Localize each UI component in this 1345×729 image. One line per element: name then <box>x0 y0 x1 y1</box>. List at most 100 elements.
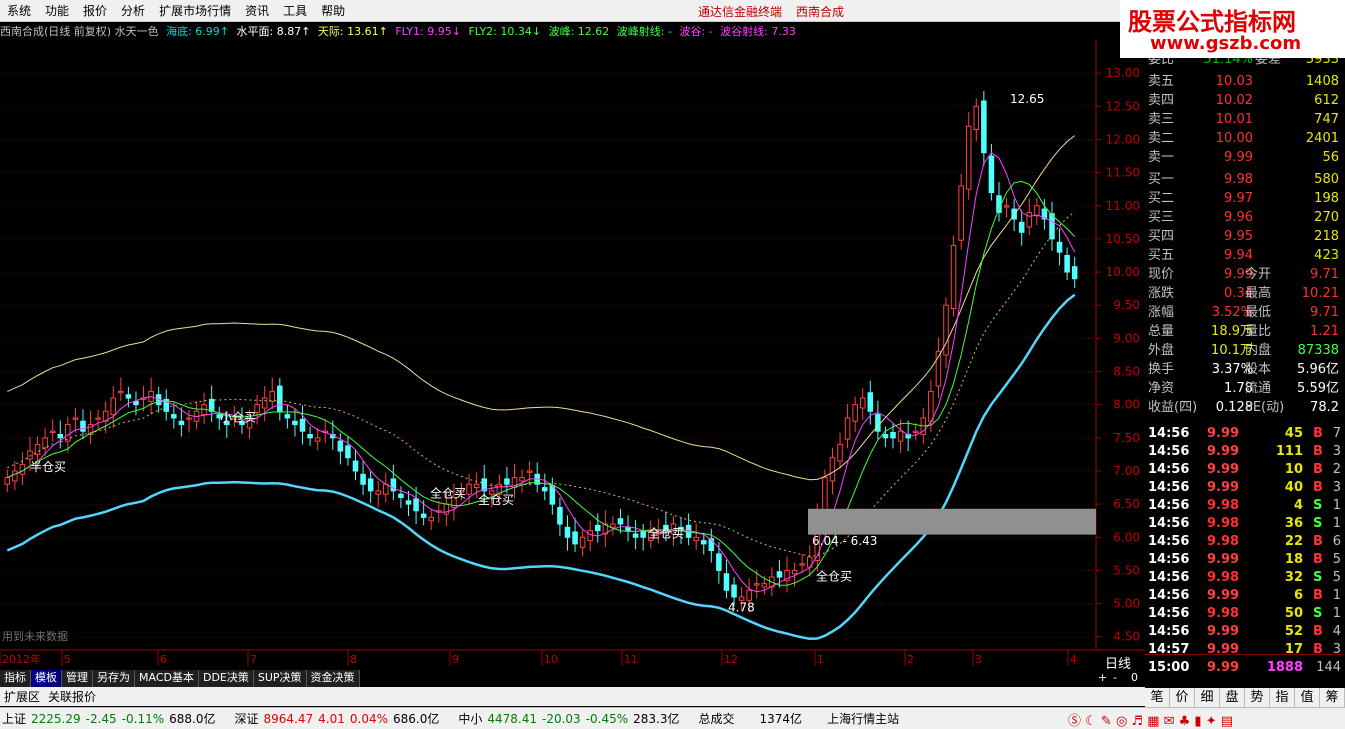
bid-volume: 270 <box>1314 210 1339 225</box>
candle-body <box>360 473 366 485</box>
menu-quote[interactable]: 报价 <box>76 2 114 19</box>
indicator-tab[interactable]: SUP决策 <box>253 670 307 687</box>
tick-volume: 4 <box>1293 498 1303 513</box>
indicator-tab[interactable]: 资金决策 <box>306 670 360 687</box>
bid-label: 买四 <box>1148 229 1175 244</box>
candle-body <box>716 553 722 571</box>
tick-time: 14:56 <box>1148 624 1190 639</box>
stat-label: 涨幅 <box>1148 305 1175 320</box>
candle-body <box>753 583 760 586</box>
candle-body <box>640 531 646 538</box>
stat-label2: 流通 <box>1245 381 1272 396</box>
bofeng-value: 波峰: 12.62 <box>548 25 610 38</box>
candle-body <box>746 589 752 601</box>
tick-volume: 50 <box>1284 606 1303 621</box>
candle-body <box>852 404 858 422</box>
detail-tab[interactable]: 笔 <box>1145 688 1170 707</box>
candle-body <box>859 397 866 409</box>
logo-title: 股票公式指标网 <box>1128 7 1296 36</box>
x-tick-label: 11 <box>624 653 638 666</box>
detail-tab[interactable]: 细 <box>1195 688 1220 707</box>
stat-label2: 内盘 <box>1245 343 1272 358</box>
detail-tab[interactable]: 势 <box>1245 688 1270 707</box>
candle-body <box>80 420 86 432</box>
server-station[interactable]: 上海行情主站 <box>827 710 899 727</box>
ask-price: 9.99 <box>1224 150 1253 165</box>
candle-body <box>625 526 631 532</box>
menu-help[interactable]: 帮助 <box>314 2 352 19</box>
indicator-tab[interactable]: 指标 <box>0 670 31 687</box>
indicator-tabbar: 指标 模板 管理 另存为 MACD基本 DDE决策 SUP决策 资金决策 + - 0 <box>0 670 1145 687</box>
indicator-tab[interactable]: 管理 <box>62 670 93 687</box>
menu-info[interactable]: 资讯 <box>238 2 276 19</box>
tick-row: 14:56 9.99 10 B 2 <box>1145 460 1343 479</box>
detail-tab[interactable]: 筹 <box>1320 688 1345 707</box>
sh-amount: 688.0亿 <box>169 712 216 726</box>
tick-price: 9.98 <box>1207 534 1240 549</box>
menu-analysis[interactable]: 分析 <box>114 2 152 19</box>
tick-volume: 10 <box>1284 462 1303 477</box>
menu-ext-market[interactable]: 扩展市场行情 <box>152 2 238 19</box>
candle-body <box>186 417 192 420</box>
y-tick-label: 6.50 <box>1113 497 1140 511</box>
detail-tab[interactable]: 指 <box>1270 688 1295 707</box>
tick-price: 9.98 <box>1207 606 1240 621</box>
stat-label2: PE(动) <box>1245 400 1285 415</box>
detail-tab[interactable]: 值 <box>1295 688 1320 707</box>
ask-label: 卖一 <box>1148 150 1175 165</box>
tick-volume: 17 <box>1284 642 1303 657</box>
ext-area-tab[interactable]: 扩展区 <box>0 688 44 705</box>
y-tick-label: 5.50 <box>1113 563 1140 577</box>
candle-body <box>822 477 828 513</box>
zoom-in-button[interactable]: + <box>1098 671 1107 684</box>
tick-side: B <box>1313 534 1323 549</box>
menu-tools[interactable]: 工具 <box>276 2 314 19</box>
ask-label: 卖二 <box>1148 131 1175 146</box>
zx-index: 4478.41 <box>487 711 537 726</box>
stat-label2: 最高 <box>1245 286 1272 301</box>
tick-count: 1 <box>1332 606 1341 621</box>
chart-annotation: 半仓买 <box>30 460 66 474</box>
candle-body <box>118 390 124 394</box>
bid-row: 买一 9.98 580 <box>1145 170 1343 189</box>
tick-row: 15:00 9.99 1888 144 <box>1145 658 1343 677</box>
stat-label2: 量比 <box>1245 324 1272 339</box>
stat-value2: 9.71 <box>1310 267 1339 282</box>
bogu-line-value: 波谷射线: 7.33 <box>720 25 796 38</box>
menu-system[interactable]: 系统 <box>0 2 38 19</box>
candle-body <box>579 536 586 548</box>
detail-tab[interactable]: 价 <box>1170 688 1195 707</box>
indicator-tab[interactable]: DDE决策 <box>198 670 254 687</box>
zoom-out-button[interactable]: - <box>1113 671 1117 684</box>
tick-price: 9.99 <box>1207 480 1240 495</box>
candle-body <box>375 490 381 495</box>
tick-side: B <box>1313 588 1323 603</box>
detail-tab[interactable]: 盘 <box>1220 688 1245 707</box>
sh-percent: -0.11% <box>121 711 165 726</box>
kline-chart[interactable]: 13.00 12.50 12.00 11.50 11.00 10.50 10.00 9.50 9… <box>0 40 1145 670</box>
stat-value2: 78.2 <box>1310 400 1339 415</box>
tick-side: B <box>1313 552 1323 567</box>
indicator-tab[interactable]: 模板 <box>31 670 62 687</box>
stat-row: 现价 9.99 今开 9.71 <box>1145 265 1343 284</box>
tick-time: 14:56 <box>1148 534 1190 549</box>
indicator-tab[interactable]: 另存为 <box>93 670 135 687</box>
bid-volume: 218 <box>1314 229 1339 244</box>
x-tick-label: 6 <box>160 653 167 666</box>
indicator-tab[interactable]: MACD基本 <box>135 670 199 687</box>
ask-row: 卖五 10.03 1408 <box>1145 72 1343 91</box>
candle-body <box>19 463 26 475</box>
tick-time: 14:56 <box>1148 462 1190 477</box>
tick-side: B <box>1313 462 1323 477</box>
ask-volume: 56 <box>1322 150 1339 165</box>
related-quote-tab[interactable]: 关联报价 <box>44 688 100 705</box>
x-tick-label: 3 <box>975 653 982 666</box>
tick-row: 14:56 9.98 4 S 1 <box>1145 496 1343 515</box>
x-tick-label: 5 <box>64 653 71 666</box>
tick-volume: 36 <box>1284 516 1303 531</box>
menu-function[interactable]: 功能 <box>38 2 76 19</box>
candle-body <box>110 397 117 416</box>
candle-body <box>723 573 730 591</box>
stat-label2: 今开 <box>1245 267 1272 282</box>
stat-row: 换手 3.37% 股本 5.96亿 <box>1145 360 1343 379</box>
